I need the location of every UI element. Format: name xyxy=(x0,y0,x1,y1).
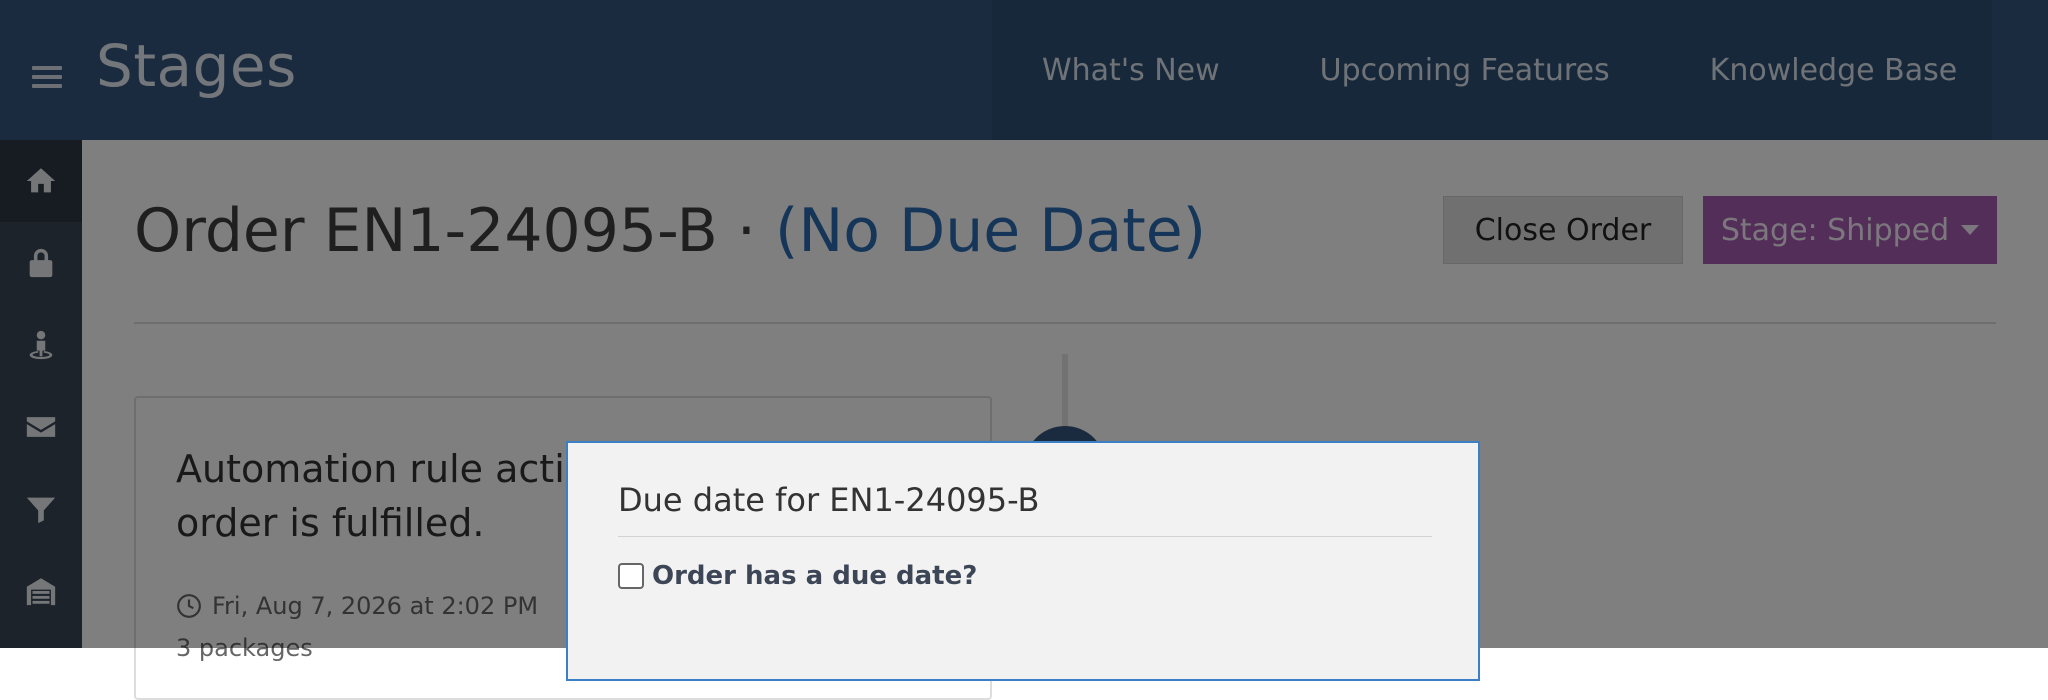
due-date-checkbox[interactable] xyxy=(618,563,644,589)
due-date-checkbox-row[interactable]: Order has a due date? xyxy=(618,561,977,591)
modal-divider xyxy=(618,536,1432,537)
due-date-checkbox-label[interactable]: Order has a due date? xyxy=(652,561,977,591)
due-date-modal: Due date for EN1-24095-B Order has a due… xyxy=(566,441,1480,681)
modal-title: Due date for EN1-24095-B xyxy=(618,481,1040,519)
